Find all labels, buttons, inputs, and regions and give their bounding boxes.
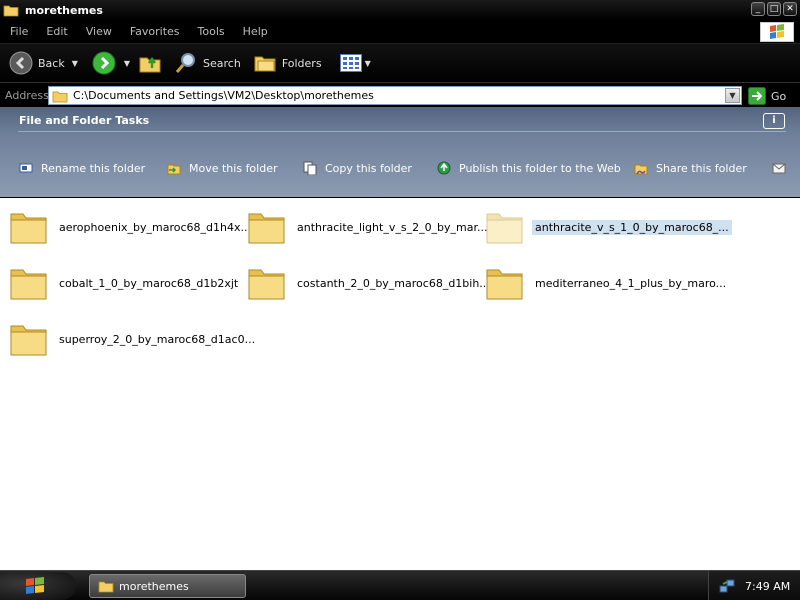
rename-icon: [19, 163, 33, 173]
views-grid-icon: [339, 54, 362, 72]
move-icon: [167, 164, 181, 175]
copy-folder-task[interactable]: Copy this folder: [303, 161, 412, 175]
share-folder-label: Share this folder: [656, 161, 747, 175]
publish-folder-label: Publish this folder to the Web: [459, 161, 621, 175]
back-button[interactable]: Back ▼: [9, 51, 78, 75]
address-label: Address: [5, 89, 49, 102]
email-task-icon-button[interactable]: [772, 161, 794, 175]
windows-logo: [760, 22, 794, 42]
folder-item[interactable]: anthracite_light_v_s_2_0_by_mar...: [248, 209, 488, 245]
go-button[interactable]: Go: [748, 87, 786, 105]
task-pane-divider: [18, 131, 786, 132]
address-bar: Address C:\Documents and Settings\VM2\De…: [0, 84, 800, 107]
task-pane: File and Folder Tasks i Rename this fold…: [0, 107, 800, 197]
folder-name: cobalt_1_0_by_maroc68_d1b2xjt: [59, 276, 239, 290]
back-arrow-icon: [9, 51, 33, 75]
folder-item[interactable]: cobalt_1_0_by_maroc68_d1b2xjt: [10, 265, 238, 301]
address-input[interactable]: C:\Documents and Settings\VM2\Desktop\mo…: [48, 86, 742, 105]
folder-icon: [3, 5, 19, 17]
folder-item-selected[interactable]: anthracite_v_s_1_0_by_maroc68_...: [486, 209, 732, 245]
folder-icon: [10, 325, 47, 356]
taskbar-window-button[interactable]: morethemes: [89, 574, 246, 598]
folder-icon: [52, 91, 68, 102]
address-value: C:\Documents and Settings\VM2\Desktop\mo…: [73, 89, 374, 102]
go-arrow-icon: [748, 87, 766, 105]
rename-folder-label: Rename this folder: [41, 161, 146, 175]
folder-name: mediterraneo_4_1_plus_by_maro...: [535, 276, 727, 290]
clock[interactable]: 7:49 AM: [745, 580, 790, 593]
forward-dropdown-icon[interactable]: ▼: [124, 59, 130, 68]
task-pane-title: File and Folder Tasks: [19, 114, 150, 127]
folder-name: anthracite_v_s_1_0_by_maroc68_...: [532, 219, 732, 235]
taskbar: morethemes 7:49 AM: [0, 570, 800, 600]
menu-favorites[interactable]: Favorites: [120, 25, 188, 38]
folder-icon: [486, 213, 523, 244]
menu-file[interactable]: File: [0, 25, 36, 38]
back-label: Back: [38, 56, 65, 70]
forward-button[interactable]: ▼: [92, 51, 130, 75]
rename-folder-task[interactable]: Rename this folder: [19, 161, 145, 175]
copy-folder-label: Copy this folder: [325, 161, 412, 175]
up-folder-button[interactable]: [138, 52, 162, 74]
title-bar: morethemes _ □ ✕: [0, 0, 800, 20]
search-label: Search: [203, 56, 241, 70]
go-label: Go: [771, 89, 787, 103]
folder-icon: [248, 213, 285, 244]
folders-button[interactable]: Folders: [253, 52, 322, 74]
menu-help[interactable]: Help: [233, 25, 276, 38]
views-dropdown-icon[interactable]: ▼: [365, 59, 371, 68]
folder-icon: [248, 269, 285, 300]
window-title: morethemes: [25, 3, 103, 17]
info-icon[interactable]: i: [763, 113, 785, 129]
menu-tools[interactable]: Tools: [188, 25, 233, 38]
network-icon[interactable]: [719, 578, 735, 594]
copy-icon: [303, 161, 317, 175]
folder-icon: [10, 213, 47, 244]
folder-name: aerophoenix_by_maroc68_d1h4x...: [59, 220, 251, 234]
folder-icon: [486, 269, 523, 300]
taskbar-window-label: morethemes: [119, 579, 189, 593]
maximize-button[interactable]: □: [767, 2, 781, 16]
folder-item[interactable]: mediterraneo_4_1_plus_by_maro...: [486, 265, 726, 301]
folder-content-area[interactable]: aerophoenix_by_maroc68_d1h4x... anthraci…: [0, 198, 800, 570]
views-button[interactable]: ▼: [339, 54, 371, 72]
folders-label: Folders: [281, 56, 322, 70]
email-icon: [772, 163, 786, 174]
folder-up-icon: [139, 56, 161, 73]
menu-bar: File Edit View Favorites Tools Help: [0, 20, 800, 42]
windows-flag-icon: [26, 577, 44, 594]
search-icon: [175, 53, 196, 73]
folder-name: superroy_2_0_by_maroc68_d1ac0...: [59, 332, 256, 346]
menu-view[interactable]: View: [76, 25, 120, 38]
toolbar: Back ▼ ▼ Search Folders ▼: [0, 43, 800, 83]
search-button[interactable]: Search: [174, 51, 241, 75]
minimize-button[interactable]: _: [751, 2, 765, 16]
folder-icon: [10, 269, 47, 300]
move-folder-task[interactable]: Move this folder: [167, 161, 278, 175]
windows-flag-icon: [770, 24, 784, 39]
start-button[interactable]: [0, 572, 76, 600]
forward-arrow-icon: [92, 51, 116, 75]
folder-item[interactable]: aerophoenix_by_maroc68_d1h4x...: [10, 209, 251, 245]
system-tray: 7:49 AM: [708, 571, 800, 600]
folder-icon: [98, 581, 114, 593]
share-icon: [634, 164, 648, 175]
folder-name: costanth_2_0_by_maroc68_d1bih...: [297, 276, 490, 290]
folders-icon: [254, 56, 276, 72]
publish-web-icon: [437, 161, 451, 175]
address-dropdown-icon[interactable]: ▼: [725, 88, 740, 103]
close-button[interactable]: ✕: [783, 2, 797, 16]
back-dropdown-icon[interactable]: ▼: [72, 59, 78, 68]
folder-name: anthracite_light_v_s_2_0_by_mar...: [297, 220, 488, 234]
folder-item[interactable]: superroy_2_0_by_maroc68_d1ac0...: [10, 321, 255, 357]
folder-item[interactable]: costanth_2_0_by_maroc68_d1bih...: [248, 265, 490, 301]
publish-folder-task[interactable]: Publish this folder to the Web: [437, 161, 621, 175]
share-folder-task[interactable]: Share this folder: [634, 161, 747, 175]
move-folder-label: Move this folder: [189, 161, 278, 175]
menu-edit[interactable]: Edit: [36, 25, 75, 38]
